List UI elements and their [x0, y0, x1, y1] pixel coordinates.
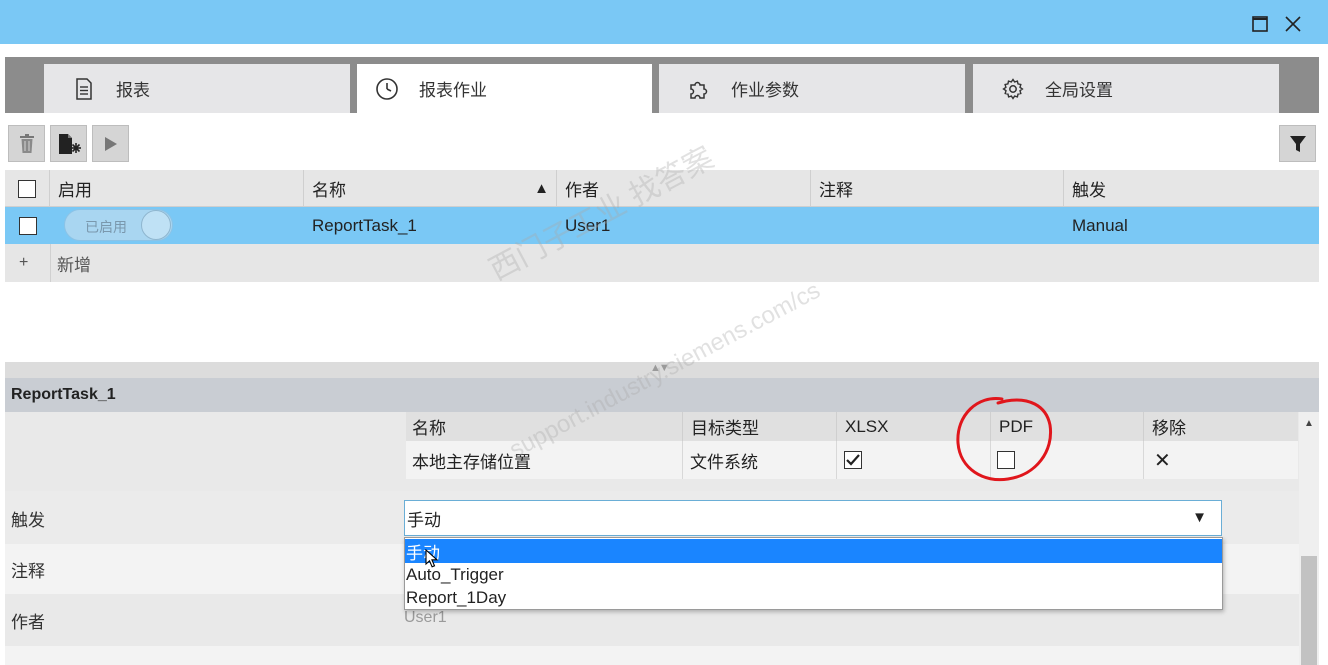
- targets-footer: [406, 479, 1298, 491]
- annotation-circle: [956, 397, 1053, 482]
- gear-icon: [1001, 77, 1025, 101]
- tab-global-settings[interactable]: 全局设置: [973, 64, 1279, 113]
- tab-label: 报表作业: [419, 81, 487, 100]
- tab-report-tasks[interactable]: 报表作业: [357, 64, 652, 113]
- target-name: 本地主存储位置: [406, 441, 683, 479]
- toggle-knob: [141, 210, 171, 240]
- targets-col-type: 目标类型: [683, 412, 837, 441]
- clock-icon: [375, 77, 399, 101]
- sort-ascending-icon: ▲: [534, 180, 549, 197]
- detail-title: ReportTask_1: [5, 378, 1319, 412]
- xlsx-checkbox[interactable]: [844, 451, 862, 469]
- tab-label: 作业参数: [731, 81, 799, 100]
- add-icon[interactable]: +: [19, 244, 28, 282]
- trigger-label: 触发: [11, 511, 45, 530]
- add-row[interactable]: [5, 244, 1319, 282]
- new-document-icon: [58, 133, 81, 154]
- dropdown-option-auto-trigger[interactable]: Auto_Trigger: [405, 563, 1222, 587]
- tab-reports[interactable]: 报表: [44, 64, 350, 113]
- target-type: 文件系统: [683, 441, 837, 479]
- row-author: User1: [565, 215, 611, 235]
- tab-label: 全局设置: [1045, 81, 1113, 100]
- comment-label: 注释: [11, 562, 45, 581]
- author-label: 作者: [11, 613, 45, 632]
- author-value: User1: [404, 609, 447, 626]
- row-checkbox[interactable]: [18, 216, 37, 235]
- column-header-trigger[interactable]: 触发: [1064, 170, 1319, 207]
- splitter-grip-icon: ▲▼: [650, 362, 670, 374]
- column-header-label: 启用: [58, 181, 92, 200]
- targets-col-remove: 移除: [1144, 412, 1298, 441]
- select-all-checkbox[interactable]: [18, 179, 36, 198]
- row-name: ReportTask_1: [312, 215, 417, 235]
- next-row: [5, 646, 1299, 665]
- add-row-divider: [50, 244, 51, 282]
- remove-icon: ✕: [1154, 449, 1171, 472]
- column-header-name[interactable]: 名称 ▲: [304, 170, 557, 207]
- scroll-up-icon[interactable]: ▲: [1302, 416, 1316, 430]
- checkmark-icon: [846, 454, 860, 466]
- column-header-label: 触发: [1072, 181, 1106, 200]
- column-header-enabled[interactable]: 启用: [50, 170, 304, 207]
- column-header-label: XLSX: [845, 416, 889, 436]
- add-new-label[interactable]: 新增: [57, 244, 91, 282]
- maximize-icon: [1252, 16, 1268, 32]
- column-header-label: 目标类型: [691, 419, 759, 438]
- trigger-dropdown-list: 手动 Auto_Trigger Report_1Day: [404, 537, 1223, 610]
- tab-label: 报表: [116, 81, 150, 100]
- target-type-text: 文件系统: [690, 452, 758, 472]
- mouse-cursor-icon: [425, 549, 439, 568]
- dropdown-option-manual[interactable]: 手动: [405, 539, 1222, 563]
- new-task-button[interactable]: [50, 125, 87, 162]
- document-icon: [72, 77, 96, 101]
- puzzle-icon: [687, 77, 711, 101]
- scrollbar-thumb[interactable]: [1301, 556, 1317, 665]
- grid-empty-area: [5, 282, 1319, 362]
- column-header-label: 名称: [312, 181, 346, 200]
- window-titlebar: [0, 0, 1328, 44]
- column-header-label: 移除: [1152, 419, 1186, 438]
- column-header-label: 注释: [819, 181, 853, 200]
- chevron-down-icon: ▼: [1192, 509, 1207, 526]
- target-name-text: 本地主存储位置: [412, 452, 531, 472]
- row-trigger: Manual: [1072, 215, 1128, 235]
- play-icon: [104, 136, 117, 151]
- trigger-select-value: 手动: [407, 510, 441, 530]
- column-header-comment[interactable]: 注释: [811, 170, 1064, 207]
- filter-icon: [1289, 135, 1306, 152]
- toggle-label: 已启用: [85, 219, 127, 235]
- maximize-button[interactable]: [1246, 10, 1274, 38]
- splitter[interactable]: ▲▼: [5, 362, 1319, 378]
- run-button[interactable]: [92, 125, 129, 162]
- column-header-label: 名称: [412, 419, 446, 438]
- dropdown-option-report-1day[interactable]: Report_1Day: [405, 586, 1222, 610]
- close-button[interactable]: [1279, 10, 1307, 38]
- trigger-select[interactable]: 手动 ▼: [404, 500, 1222, 536]
- tab-task-parameters[interactable]: 作业参数: [659, 64, 965, 113]
- targets-col-name: 名称: [406, 412, 683, 441]
- enabled-toggle[interactable]: 已启用: [64, 209, 173, 241]
- column-header-label: 作者: [565, 181, 599, 200]
- column-header-author[interactable]: 作者: [557, 170, 811, 207]
- filter-button[interactable]: [1279, 125, 1316, 162]
- row-select-cell: [5, 207, 50, 244]
- trash-icon: [19, 133, 34, 153]
- close-icon: [1285, 16, 1301, 32]
- select-all-cell: [5, 170, 50, 207]
- remove-target-button[interactable]: ✕: [1144, 441, 1298, 479]
- delete-button[interactable]: [8, 125, 45, 162]
